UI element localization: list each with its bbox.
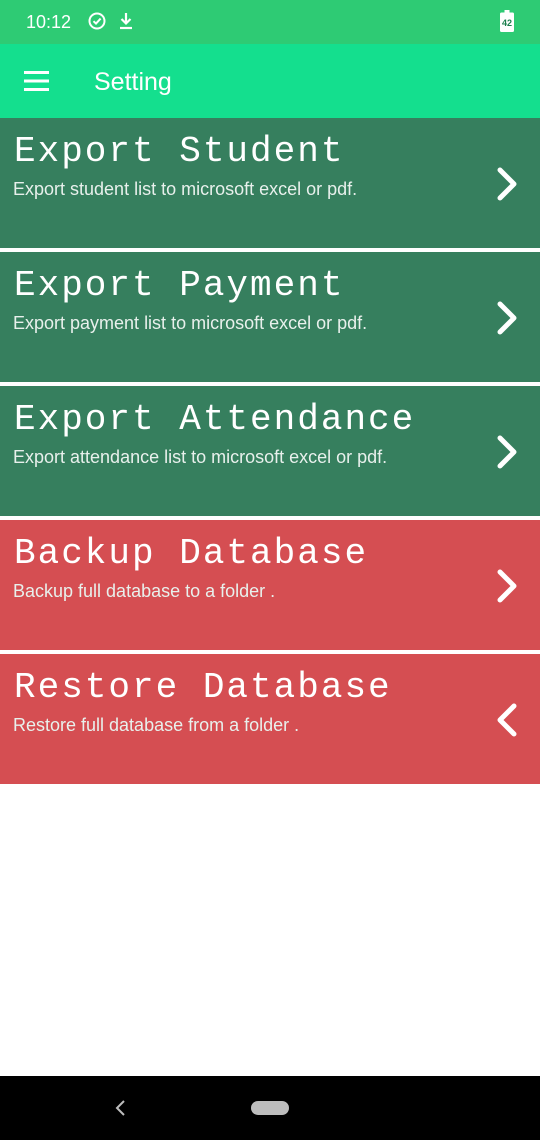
battery-level-text: 42 (502, 18, 512, 28)
card-title: Export Payment (14, 265, 345, 306)
card-subtitle: Restore full database from a folder . (13, 715, 300, 735)
card-title: Export Student (14, 131, 345, 172)
home-pill-icon[interactable] (251, 1101, 289, 1115)
export-student-card[interactable]: Export Student Export student list to mi… (0, 118, 540, 248)
menu-icon (24, 71, 49, 91)
chevron-right-icon (497, 569, 517, 603)
check-circle-icon (88, 12, 106, 35)
card-subtitle: Export payment list to microsoft excel o… (13, 313, 368, 333)
card-title: Restore Database (14, 667, 392, 708)
battery-icon: 42 (500, 10, 514, 37)
restore-database-card[interactable]: Restore Database Restore full database f… (0, 654, 540, 784)
navigation-bar (0, 1076, 540, 1140)
menu-button[interactable] (14, 58, 60, 104)
backup-database-card[interactable]: Backup Database Backup full database to … (0, 520, 540, 650)
chevron-right-icon (497, 167, 517, 201)
export-attendance-card[interactable]: Export Attendance Export attendance list… (0, 386, 540, 516)
app-bar: Setting (0, 44, 540, 118)
card-subtitle: Export student list to microsoft excel o… (13, 179, 358, 199)
card-subtitle: Backup full database to a folder . (13, 581, 276, 601)
chevron-left-icon (497, 703, 517, 737)
download-icon (118, 12, 134, 35)
export-payment-card[interactable]: Export Payment Export payment list to mi… (0, 252, 540, 382)
card-subtitle: Export attendance list to microsoft exce… (13, 447, 388, 467)
card-title: Export Attendance (14, 399, 416, 440)
chevron-right-icon (497, 435, 517, 469)
card-title: Backup Database (14, 533, 369, 574)
status-bar: 10:12 42 (0, 0, 540, 44)
chevron-right-icon (497, 301, 517, 335)
settings-list: Export Student Export student list to mi… (0, 118, 540, 788)
page-title: Setting (94, 68, 172, 96)
status-time: 10:12 (26, 12, 72, 32)
back-icon[interactable] (112, 1098, 130, 1118)
